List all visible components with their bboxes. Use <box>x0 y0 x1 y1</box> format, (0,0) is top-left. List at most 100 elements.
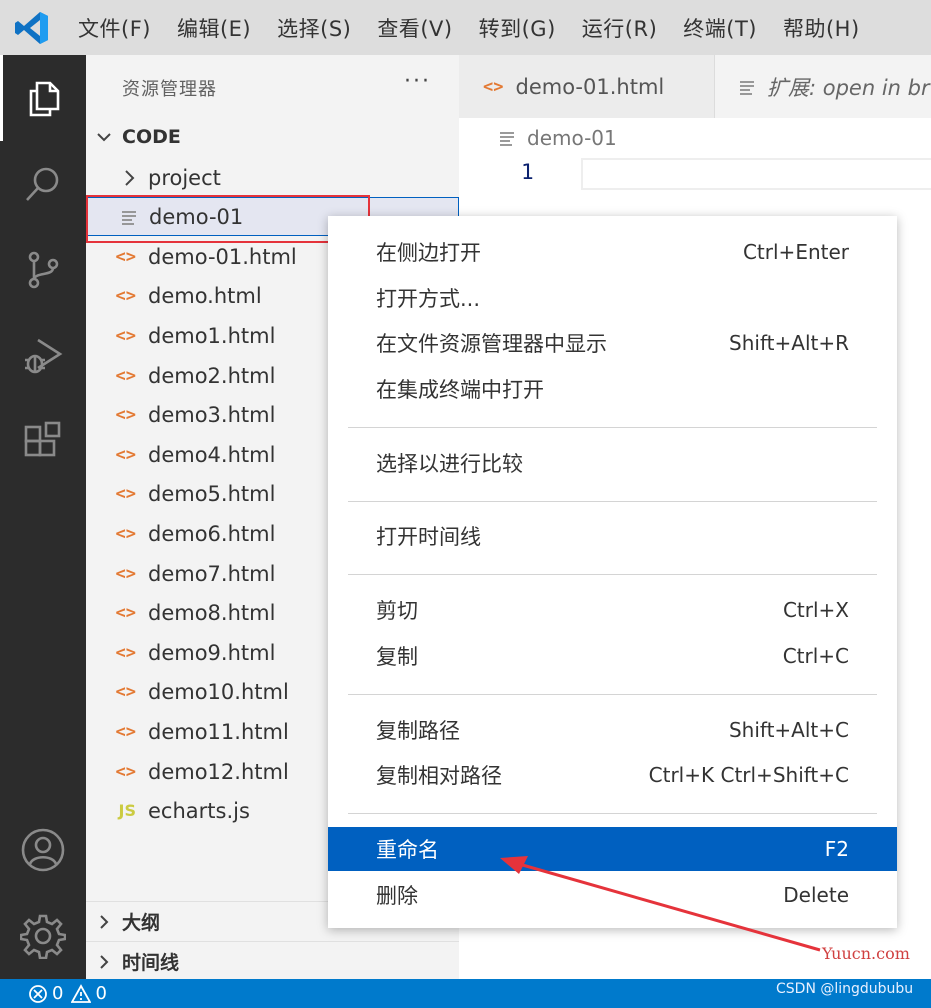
text-file-icon <box>87 209 149 225</box>
tree-item-label: demo10.html <box>148 679 289 704</box>
chevron-right-icon <box>86 913 122 931</box>
html-file-icon: <> <box>115 246 136 267</box>
menu-item-reveal-in-explorer[interactable]: 在文件资源管理器中显示 Shift+Alt+R <box>328 321 897 365</box>
tree-item-label: demo5.html <box>148 481 276 506</box>
html-file-icon: <> <box>115 761 136 782</box>
warning-count: 0 <box>95 983 107 1004</box>
tab-label: 扩展: open in br <box>767 75 930 100</box>
menu-item-label: 在文件资源管理器中显示 <box>376 332 607 356</box>
tree-item-project[interactable]: project <box>86 158 459 197</box>
explorer-icon[interactable] <box>0 55 86 141</box>
menu-item-shortcut: Ctrl+K Ctrl+Shift+C <box>648 763 849 787</box>
menu-item-label: 重命名 <box>376 838 439 862</box>
workspace-name: CODE <box>122 126 181 148</box>
menu-item-copy-path[interactable]: 复制路径 Shift+Alt+C <box>328 708 897 752</box>
menu-item-shortcut: Shift+Alt+R <box>729 331 849 355</box>
menu-item-label: 删除 <box>376 884 418 908</box>
vscode-logo-icon <box>0 0 64 55</box>
warning-icon <box>71 983 92 1004</box>
extensions-icon[interactable] <box>0 399 86 485</box>
tree-item-label: demo6.html <box>148 521 276 546</box>
menu-item-cut[interactable]: 剪切 Ctrl+X <box>328 588 897 632</box>
html-file-icon: <> <box>115 602 136 623</box>
settings-gear-icon[interactable] <box>0 893 86 979</box>
menu-bar: 文件(F) 编辑(E) 选择(S) 查看(V) 转到(G) 运行(R) 终端(T… <box>0 0 931 55</box>
html-file-icon: <> <box>115 721 136 742</box>
menu-item-shortcut: Shift+Alt+C <box>728 718 849 742</box>
chevron-down-icon <box>86 128 122 146</box>
menu-separator <box>348 427 877 428</box>
tree-item-label: demo9.html <box>148 640 276 665</box>
menu-item-label: 复制路径 <box>376 719 460 743</box>
menu-edit[interactable]: 编辑(E) <box>164 13 264 43</box>
menu-item-shortcut: Ctrl+Enter <box>742 240 849 264</box>
menu-run[interactable]: 运行(R) <box>569 13 670 43</box>
menu-separator <box>348 694 877 695</box>
menu-terminal[interactable]: 终端(T) <box>670 13 770 43</box>
menu-item-shortcut: Ctrl+X <box>782 598 849 622</box>
text-file-icon <box>499 130 515 146</box>
tree-item-label: demo3.html <box>148 402 276 427</box>
timeline-section-header[interactable]: 时间线 <box>86 941 459 981</box>
menu-item-shortcut: Delete <box>783 883 849 907</box>
search-icon[interactable] <box>0 141 86 227</box>
more-actions-button[interactable]: ··· <box>404 69 431 94</box>
menu-separator <box>348 501 877 502</box>
menu-view[interactable]: 查看(V) <box>364 13 465 43</box>
html-file-icon: <> <box>115 444 136 465</box>
tree-item-label: project <box>148 165 221 190</box>
current-line-highlight[interactable] <box>581 158 931 190</box>
html-file-icon: <> <box>115 325 136 346</box>
error-count: 0 <box>52 983 64 1004</box>
menu-item-rename[interactable]: 重命名 F2 <box>328 827 897 871</box>
menu-item-delete[interactable]: 删除 Delete <box>328 873 897 917</box>
html-file-icon: <> <box>115 642 136 663</box>
problems-indicator[interactable]: 0 0 <box>28 983 107 1004</box>
tree-item-label: demo8.html <box>148 600 276 625</box>
source-control-icon[interactable] <box>0 227 86 313</box>
tree-item-label: demo-01.html <box>148 244 297 269</box>
tree-item-label: demo1.html <box>148 323 276 348</box>
tree-item-label: demo4.html <box>148 442 276 467</box>
js-file-icon: JS <box>118 801 136 820</box>
menu-separator <box>348 574 877 575</box>
menu-item-copy[interactable]: 复制 Ctrl+C <box>328 634 897 678</box>
menu-item-open-to-side[interactable]: 在侧边打开 Ctrl+Enter <box>328 230 897 274</box>
watermark-site: Yuucn.com <box>822 944 910 963</box>
menu-item-label: 复制 <box>376 645 418 669</box>
account-icon[interactable] <box>0 807 86 893</box>
context-menu: 在侧边打开 Ctrl+Enter 打开方式... 在文件资源管理器中显示 Shi… <box>328 216 897 928</box>
tree-item-label: demo7.html <box>148 561 276 586</box>
tree-item-label: demo11.html <box>148 719 289 744</box>
text-file-icon <box>739 79 755 95</box>
breadcrumb[interactable]: demo-01 <box>499 126 617 150</box>
tree-item-label: demo2.html <box>148 363 276 388</box>
run-debug-icon[interactable] <box>0 313 86 399</box>
menu-item-select-for-compare[interactable]: 选择以进行比较 <box>328 441 897 485</box>
tab-extension-preview[interactable]: 扩展: open in br <box>714 55 931 118</box>
line-number: 1 <box>521 160 534 184</box>
menu-item-shortcut: Ctrl+C <box>782 644 849 668</box>
menu-item-open-timeline[interactable]: 打开时间线 <box>328 514 897 558</box>
menu-item-label: 打开方式... <box>376 287 481 311</box>
html-file-icon: <> <box>115 523 136 544</box>
tree-item-label: demo12.html <box>148 759 289 784</box>
workspace-section-header[interactable]: CODE <box>86 117 459 157</box>
menu-item-label: 在侧边打开 <box>376 241 481 265</box>
html-file-icon: <> <box>115 681 136 702</box>
menu-item-label: 剪切 <box>376 599 418 623</box>
sidebar-title: 资源管理器 <box>122 79 217 100</box>
menu-selection[interactable]: 选择(S) <box>264 13 364 43</box>
menu-item-open-in-terminal[interactable]: 在集成终端中打开 <box>328 367 897 411</box>
vscode-window: 文件(F) 编辑(E) 选择(S) 查看(V) 转到(G) 运行(R) 终端(T… <box>0 0 931 1008</box>
tree-item-label: demo.html <box>148 283 262 308</box>
error-icon <box>28 984 48 1004</box>
menu-go[interactable]: 转到(G) <box>466 13 569 43</box>
tab-demo-01-html[interactable]: <> demo-01.html <box>459 55 714 118</box>
tree-item-label: echarts.js <box>148 798 250 823</box>
menu-item-open-with[interactable]: 打开方式... <box>328 276 897 320</box>
menu-file[interactable]: 文件(F) <box>64 13 164 43</box>
menu-help[interactable]: 帮助(H) <box>770 13 873 43</box>
menu-item-copy-relative-path[interactable]: 复制相对路径 Ctrl+K Ctrl+Shift+C <box>328 753 897 797</box>
tree-item-label: demo-01 <box>149 204 244 229</box>
